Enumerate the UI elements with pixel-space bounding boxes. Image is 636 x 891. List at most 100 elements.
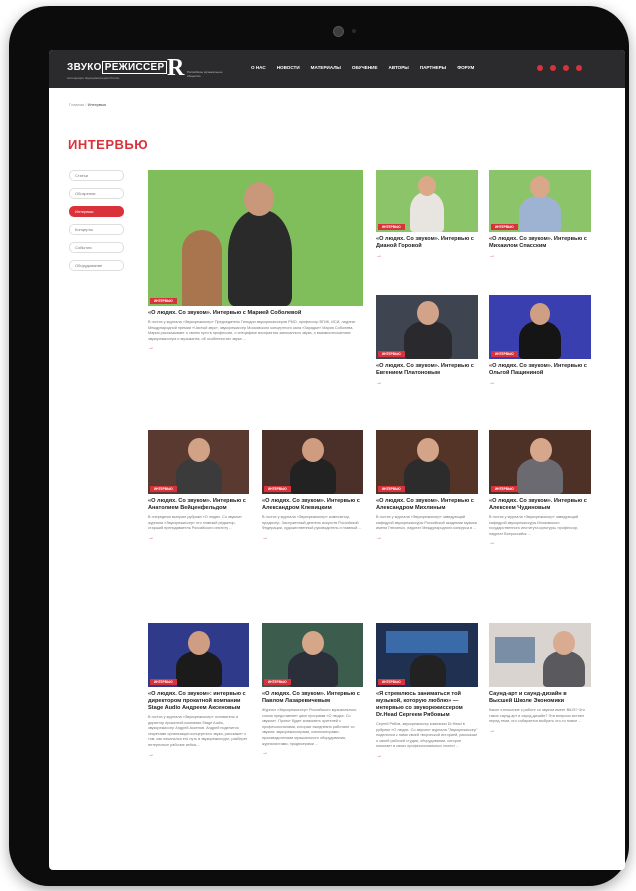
logo-word2: РЕЖИССЕР <box>101 61 168 74</box>
article-card[interactable]: ИНТЕРВЬЮ «О людях. Со звуком». Интервью … <box>376 170 478 259</box>
card-thumbnail[interactable]: ИНТЕРВЬЮ <box>376 295 478 359</box>
read-more-arrow[interactable]: → <box>489 540 591 546</box>
person-figure <box>176 458 222 494</box>
logo-word1: ЗВУКО <box>67 62 102 73</box>
category-badge: ИНТЕРВЬЮ <box>150 679 177 685</box>
card-description: В гостях у журнала «Звукорежиссер» Предс… <box>148 320 356 341</box>
card-thumbnail[interactable]: ИНТЕРВЬЮ <box>262 430 363 494</box>
article-card[interactable]: ИНТЕРВЬЮ «О людях. Со звуком». Интервью … <box>376 430 478 541</box>
read-more-arrow[interactable]: → <box>376 753 478 759</box>
card-thumbnail[interactable]: ИНТЕРВЬЮ <box>148 430 249 494</box>
person-head <box>188 438 210 462</box>
site-logo[interactable]: ЗВУКО РЕЖИССЕР <box>67 61 168 74</box>
rmo-logo[interactable]: R <box>167 56 184 80</box>
read-more-arrow[interactable]: → <box>376 380 478 386</box>
article-card[interactable]: ИНТЕРВЬЮ «О людях. Со звуком». Интервью … <box>489 295 591 386</box>
card-title[interactable]: «О людях. Со звуком». Интервью с Алексан… <box>376 498 478 512</box>
person-figure <box>404 458 450 494</box>
vk-icon[interactable] <box>537 65 543 71</box>
breadcrumb-home[interactable]: Главная <box>69 102 84 107</box>
article-card[interactable]: ИНТЕРВЬЮ «Я стремлюсь заниматься той муз… <box>376 623 478 759</box>
person-head <box>302 631 324 655</box>
social-links <box>537 65 582 71</box>
person-head <box>418 176 436 196</box>
read-more-arrow[interactable]: → <box>376 253 478 259</box>
nav-item-about[interactable]: О НАС <box>251 65 266 70</box>
card-title[interactable]: «О людях. Со звуком». Интервью с Ольгой … <box>489 363 591 377</box>
filter-articles[interactable]: Статьи <box>69 170 124 181</box>
category-badge: ИНТЕРВЬЮ <box>378 486 405 492</box>
category-badge: ИНТЕРВЬЮ <box>378 224 405 230</box>
card-thumbnail[interactable]: ИНТЕРВЬЮ <box>489 430 591 494</box>
browser-screen: ЗВУКО РЕЖИССЕР Ассоциация звукорежиссеров… <box>49 50 625 870</box>
card-title[interactable]: «О людях. Со звуком». Интервью с Дианой … <box>376 236 478 250</box>
article-card[interactable]: ИНТЕРВЬЮ «О людях. Со звуком»: интервью … <box>148 623 249 758</box>
read-more-arrow[interactable]: → <box>489 380 591 386</box>
article-card[interactable]: ИНТЕРВЬЮ «О людях. Со звуком». Интервью … <box>489 170 591 259</box>
studio-screens <box>386 631 468 653</box>
armchair-shape <box>182 230 222 306</box>
article-card[interactable]: ИНТЕРВЬЮ «О людях. Со звуком». Интервью … <box>262 430 363 541</box>
nav-item-news[interactable]: НОВОСТИ <box>277 65 300 70</box>
card-thumbnail[interactable]: ИНТЕРВЬЮ <box>489 170 591 232</box>
nav-item-authors[interactable]: АВТОРЫ <box>389 65 409 70</box>
person-head <box>244 182 274 216</box>
card-thumbnail[interactable]: ИНТЕРВЬЮ <box>376 623 478 687</box>
nav-item-education[interactable]: ОБУЧЕНИЕ <box>352 65 378 70</box>
card-title[interactable]: «О людях. Со звуком». Интервью с Алексан… <box>262 498 363 512</box>
read-more-arrow[interactable]: → <box>262 535 363 541</box>
card-thumbnail[interactable]: ИНТЕРВЬЮ <box>376 430 478 494</box>
card-thumbnail[interactable]: ИНТЕРВЬЮ <box>489 295 591 359</box>
camera-icon <box>333 26 344 37</box>
sensor-icon <box>352 29 356 33</box>
person-figure <box>519 321 561 359</box>
category-badge: ИНТЕРВЬЮ <box>378 351 405 357</box>
article-card[interactable]: ИНТЕРВЬЮ «О людях. Со звуком». Интервью … <box>148 430 249 541</box>
card-thumbnail[interactable]: ИНТЕРВЬЮ <box>376 170 478 232</box>
card-title[interactable]: «О людях. Со звуком». Интервью с Марией … <box>148 310 363 317</box>
person-figure <box>176 651 222 687</box>
category-badge: ИНТЕРВЬЮ <box>264 679 291 685</box>
filter-interviews[interactable]: Интервью <box>69 206 124 217</box>
card-thumbnail[interactable]: ИНТЕРВЬЮ <box>148 623 249 687</box>
read-more-arrow[interactable]: → <box>489 728 591 734</box>
youtube-icon[interactable] <box>563 65 569 71</box>
person-figure <box>228 210 292 306</box>
card-description: Журнал «Звукорежиссер» Российского музык… <box>262 708 357 746</box>
read-more-arrow[interactable]: → <box>376 535 478 541</box>
nav-item-materials[interactable]: МАТЕРИАЛЫ <box>311 65 341 70</box>
card-thumbnail[interactable]: ИНТЕРВЬЮ <box>148 170 363 306</box>
nav-item-forum[interactable]: ФОРУМ <box>457 65 474 70</box>
filter-reviews[interactable]: Обозрения <box>69 188 124 199</box>
article-card-featured[interactable]: ИНТЕРВЬЮ «О людях. Со звуком». Интервью … <box>148 170 363 351</box>
card-title[interactable]: «О людях. Со звуком». Интервью с Анатоли… <box>148 498 249 512</box>
read-more-arrow[interactable]: → <box>148 535 249 541</box>
filter-equipment[interactable]: Оборудование <box>69 260 124 271</box>
article-card[interactable]: ИНТЕРВЬЮ «О людях. Со звуком». Интервью … <box>262 623 363 756</box>
card-thumbnail[interactable] <box>489 623 591 687</box>
read-more-arrow[interactable]: → <box>262 750 363 756</box>
card-title[interactable]: «О людях. Со звуком». Интервью с Михаило… <box>489 236 591 250</box>
card-title[interactable]: «О людях. Со звуком». Интервью с Павлом … <box>262 691 363 705</box>
search-icon[interactable] <box>576 65 582 71</box>
filter-events[interactable]: События <box>69 242 124 253</box>
card-title[interactable]: «О людях. Со звуком». Интервью с Евгение… <box>376 363 478 377</box>
nav-item-partners[interactable]: ПАРТНЕРЫ <box>420 65 446 70</box>
person-head <box>417 301 439 325</box>
card-title[interactable]: «О людях. Со звуком». Интервью с Алексее… <box>489 498 591 512</box>
filter-concerts[interactable]: Концерты <box>69 224 124 235</box>
card-title[interactable]: Саунд-арт и саунд-дизайн в Высшей Школе … <box>489 691 591 705</box>
card-title[interactable]: «О людях. Со звуком»: интервью с директо… <box>148 691 249 712</box>
card-title[interactable]: «Я стремлюсь заниматься той музыкой, кот… <box>376 691 478 719</box>
person-figure <box>404 321 452 359</box>
page-title: ИНТЕРВЬЮ <box>68 137 149 152</box>
card-description: В гостях у журнала «Звукорежиссер» компо… <box>262 515 362 531</box>
read-more-arrow[interactable]: → <box>148 345 363 351</box>
article-card[interactable]: ИНТЕРВЬЮ «О людях. Со звуком». Интервью … <box>489 430 591 546</box>
read-more-arrow[interactable]: → <box>148 752 249 758</box>
read-more-arrow[interactable]: → <box>489 253 591 259</box>
telegram-icon[interactable] <box>550 65 556 71</box>
card-thumbnail[interactable]: ИНТЕРВЬЮ <box>262 623 363 687</box>
article-card[interactable]: ИНТЕРВЬЮ «О людях. Со звуком». Интервью … <box>376 295 478 386</box>
article-card[interactable]: Саунд-арт и саунд-дизайн в Высшей Школе … <box>489 623 591 734</box>
